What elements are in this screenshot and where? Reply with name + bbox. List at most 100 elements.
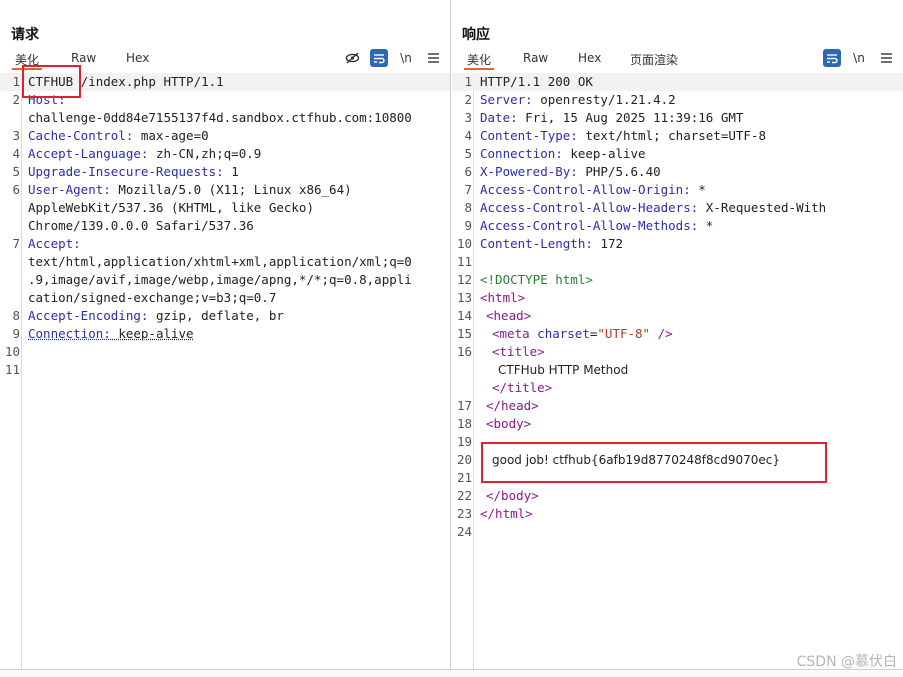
- line-number: 1: [464, 74, 472, 89]
- code-line: 21: [452, 469, 903, 487]
- header-value: text/html; charset=UTF-8: [577, 128, 766, 143]
- menu-icon[interactable]: [877, 49, 895, 67]
- wrap-icon[interactable]: [370, 49, 388, 67]
- newline-icon[interactable]: \n: [850, 49, 868, 67]
- line-number: 8: [464, 200, 472, 215]
- line-number: 14: [456, 308, 472, 323]
- code-line: 18 <body>: [452, 415, 903, 433]
- line-number: 3: [464, 110, 472, 125]
- code-line: 1 CTFHUB /index.php HTTP/1.1: [0, 73, 450, 91]
- code-line: 5 Upgrade-Insecure-Requests: 1: [0, 163, 450, 181]
- header-value: CTFHUB /index.php HTTP/1.1: [28, 74, 224, 89]
- header-value: cation/signed-exchange;v=b3;q=0.7: [28, 290, 277, 305]
- response-tab-raw[interactable]: Raw: [523, 51, 548, 70]
- header-value: .9,image/avif,image/webp,image/apng,*/*;…: [28, 272, 412, 287]
- html-close-tag: </html>: [480, 506, 533, 521]
- code-line: challenge-0dd84e7155137f4d.sandbox.ctfhu…: [0, 109, 450, 127]
- html-open-tag: <html>: [480, 290, 526, 305]
- header-value: max-age=0: [133, 128, 209, 143]
- code-line: </title>: [452, 379, 903, 397]
- code-line: 19: [452, 433, 903, 451]
- header-value: text/html,application/xhtml+xml,applicat…: [28, 254, 412, 269]
- line-number: 11: [456, 254, 472, 269]
- code-line: cation/signed-exchange;v=b3;q=0.7: [0, 289, 450, 307]
- code-line: 6 X-Powered-By: PHP/5.6.40: [452, 163, 903, 181]
- response-pane: 响应 美化 Raw Hex 页面渲染 \n 1 HTTP/1.1 200 OK 2 S…: [452, 0, 903, 677]
- header-key: Accept:: [28, 236, 81, 251]
- watermark-text: CSDN @慕伏白: [796, 654, 897, 670]
- meta-value: "UTF-8": [597, 326, 651, 341]
- header-value: Chrome/139.0.0.0 Safari/537.36: [28, 218, 254, 233]
- header-key: User-Agent:: [28, 182, 111, 197]
- line-number: 10: [4, 344, 20, 359]
- line-number: 22: [456, 488, 472, 503]
- code-line: 15 <meta charset="UTF-8" />: [452, 325, 903, 343]
- header-key: Upgrade-Insecure-Requests:: [28, 164, 224, 179]
- line-number: 4: [464, 128, 472, 143]
- header-value: *: [698, 218, 714, 233]
- head-close-tag: </head>: [486, 398, 539, 413]
- request-pane: 请求 美化 Raw Hex \n 1 CTFHUB /index.php HTTP…: [0, 0, 451, 677]
- line-number: 3: [12, 128, 20, 143]
- code-line: 4 Accept-Language: zh-CN,zh;q=0.9: [0, 145, 450, 163]
- response-editor[interactable]: 1 HTTP/1.1 200 OK 2 Server: openresty/1.21.…: [452, 73, 903, 669]
- doctype-decl: <!DOCTYPE html>: [480, 272, 593, 287]
- header-key: Host:: [28, 92, 66, 107]
- header-key: Access-Control-Allow-Origin:: [480, 182, 691, 197]
- header-value: openresty/1.21.4.2: [532, 92, 676, 107]
- line-number: 5: [12, 164, 20, 179]
- response-title: 响应: [462, 27, 490, 43]
- header-value: keep-alive: [110, 326, 194, 341]
- line-number: 24: [456, 524, 472, 539]
- response-tab-hex[interactable]: Hex: [578, 51, 601, 70]
- body-open-tag: <body>: [486, 416, 532, 431]
- code-line: 23 </html>: [452, 505, 903, 523]
- flag-text: good job! ctfhub{6afb19d8770248f8cd9070e…: [492, 453, 781, 467]
- code-line: 5 Connection: keep-alive: [452, 145, 903, 163]
- line-number: 6: [12, 182, 20, 197]
- request-editor[interactable]: 1 CTFHUB /index.php HTTP/1.1 2 Host: challen…: [0, 65, 450, 669]
- line-number: 13: [456, 290, 472, 305]
- response-tab-render[interactable]: 页面渲染: [630, 51, 678, 70]
- response-lines: 1 HTTP/1.1 200 OK 2 Server: openresty/1.21.…: [452, 73, 903, 541]
- line-number: 17: [456, 398, 472, 413]
- code-line: 22 </body>: [452, 487, 903, 505]
- header-key: Connection:: [28, 326, 111, 341]
- line-number: 23: [456, 506, 472, 521]
- request-tab-hex[interactable]: Hex: [126, 51, 149, 70]
- code-line: CTFHub HTTP Method: [452, 361, 903, 379]
- code-line: 11: [452, 253, 903, 271]
- line-number: 5: [464, 146, 472, 161]
- header-key: Server:: [480, 92, 533, 107]
- wrap-icon[interactable]: [823, 49, 841, 67]
- request-tab-raw[interactable]: Raw: [71, 51, 96, 70]
- header-value: Fri, 15 Aug 2025 11:39:16 GMT: [517, 110, 744, 125]
- code-line: 14 <head>: [452, 307, 903, 325]
- line-number: 12: [456, 272, 472, 287]
- code-line: 2 Server: openresty/1.21.4.2: [452, 91, 903, 109]
- header-key: Connection:: [480, 146, 563, 161]
- code-line: 9 Access-Control-Allow-Methods: *: [452, 217, 903, 235]
- code-line: .9,image/avif,image/webp,image/apng,*/*;…: [0, 271, 450, 289]
- line-number: 1: [12, 74, 20, 89]
- line-number: 6: [464, 164, 472, 179]
- code-line: 1 HTTP/1.1 200 OK: [452, 73, 903, 91]
- header-value: HTTP/1.1 200 OK: [480, 74, 593, 89]
- meta-close: />: [650, 326, 673, 341]
- header-value: AppleWebKit/537.36 (KHTML, like Gecko): [28, 200, 314, 215]
- eye-slash-icon[interactable]: [343, 49, 361, 67]
- line-number: 16: [456, 344, 472, 359]
- code-line: 7 Access-Control-Allow-Origin: *: [452, 181, 903, 199]
- newline-icon[interactable]: \n: [397, 49, 415, 67]
- header-value: keep-alive: [562, 146, 646, 161]
- code-line: 17 </head>: [452, 397, 903, 415]
- code-line: 16 <title>: [452, 343, 903, 361]
- request-editor-actions: \n: [343, 49, 442, 67]
- line-number: 2: [464, 92, 472, 107]
- menu-icon[interactable]: [424, 49, 442, 67]
- response-tab-pretty[interactable]: 美化: [464, 51, 495, 70]
- request-tab-pretty[interactable]: 美化: [12, 51, 43, 70]
- code-line: 8 Access-Control-Allow-Headers: X-Request…: [452, 199, 903, 217]
- title-open-tag: <title>: [492, 344, 545, 359]
- code-line: 8 Accept-Encoding: gzip, deflate, br: [0, 307, 450, 325]
